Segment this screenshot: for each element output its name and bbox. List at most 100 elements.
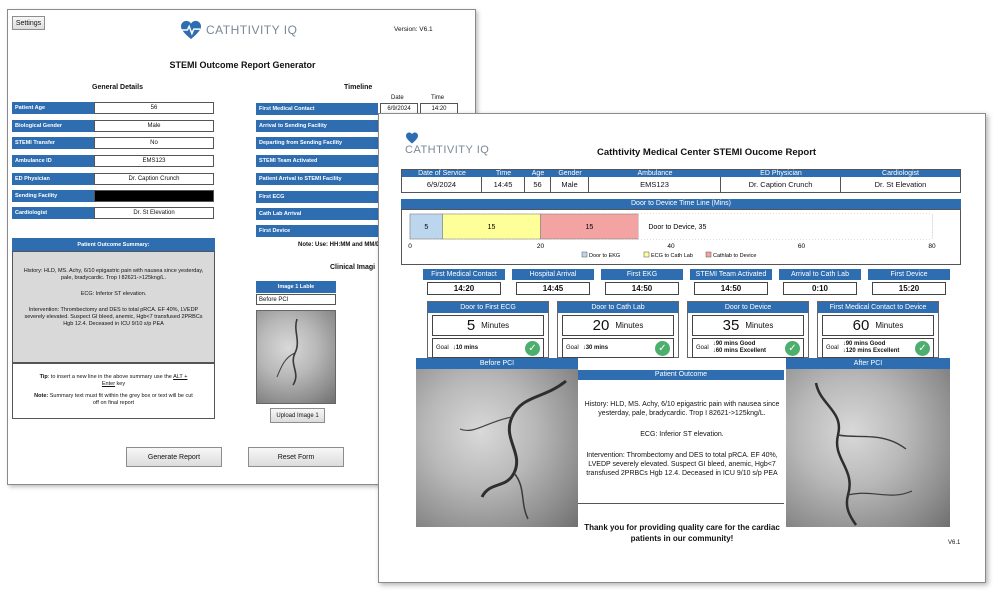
timeline-note: Note: Use: HH:MM and MM/D [298,242,381,248]
goal-line: ↓60 mins Excellent [712,348,767,354]
service-info-value-row: 6/9/2024 14:45 56 Male EMS123 Dr. Captio… [402,177,960,192]
upload-image-button[interactable]: Upload Image 1 [270,408,325,423]
stemi-transfer-input[interactable]: No [94,137,214,149]
angiogram-image [276,318,299,386]
timeline-tick-label: 60 [798,243,806,250]
kpi-stemi-team-activated: STEMI Team Activated 14:50 [690,269,772,295]
kpi-value: 14:50 [605,282,679,295]
form-brand-name: CATHTIVITY IQ [206,23,298,37]
timeline-tick-label: 20 [537,243,545,250]
report-title: Cathtivity Medical Center STEMI Oucome R… [597,147,817,158]
ed-physician-value: Dr. Caption Crunch [721,177,841,192]
timeline-item-arrival-stemi: Patient Arrival to STEMI Facility [256,173,378,185]
report-version: V6.1 [948,540,961,546]
sending-facility-input[interactable] [94,190,214,202]
gender-input[interactable]: Male [94,120,214,132]
service-info-header-row: Date of Service Time Age Gender Ambulanc… [402,170,960,177]
goal-line: ↓30 mins [582,345,609,351]
door-metric-label: Door to Cath Lab [558,302,678,313]
timeline-tick-label: 0 [408,243,412,250]
kpi-value: 0:10 [783,282,857,295]
kpi-first-medical-contact: First Medical Contact 14:20 [423,269,505,295]
legend-label: ECG to Cath Lab [651,253,693,259]
patient-age-input[interactable]: 56 [94,102,214,114]
kpi-hospital-arrival: Hospital Arrival 14:45 [512,269,594,295]
angiogram-before [459,379,567,520]
image-label-heading: Image 1 Lable [256,281,336,293]
door-metric-goal: Goal ↓90 mins Good ↓120 mins Excellent ✓ [822,338,934,358]
kpi-value: 15:20 [872,282,946,295]
timeline-date-col: Date [391,95,404,101]
kpi-label: First Device [868,269,950,280]
timeline-heading: Timeline [344,84,373,91]
legend-label: Door to EKG [589,253,620,259]
legend-swatch [705,251,712,258]
settings-button[interactable]: Settings [12,16,45,30]
field-label-ed-physician: ED Physician [12,173,94,185]
timeline-item-arrival-sending: Arrival to Sending Facility [256,120,378,132]
field-label-patient-age: Patient Age [12,102,94,114]
heart-pulse-icon [181,20,201,40]
timeline-segment-label: 15 [586,224,594,231]
form-version: Version: V6.1 [394,26,433,33]
timeline-item-first-device: First Device [256,225,378,237]
door-metric-goal: Goal ↓30 mins ✓ [562,338,674,358]
timeline-segment-label: Door to Device, 35 [648,224,706,231]
summary-textarea[interactable]: History: HLD, MS. Achy, 6/10 epigastric … [12,251,215,363]
door-metric-unit: Minutes [875,321,904,330]
kpi-first-device: First Device 15:20 [868,269,950,295]
general-details-heading: General Details [92,84,143,91]
door-metric-value-box: 5 Minutes [432,315,544,336]
kpi-label: Hospital Arrival [512,269,594,280]
patient-outcome-text: History: HLD, MS. Achy, 6/10 epigastric … [584,400,780,478]
goal-line: ↓90 mins Good [712,341,756,347]
image-label-input[interactable]: Before PCI [256,294,336,305]
cardiologist-input[interactable]: Dr. St Elevation [94,207,214,219]
col-age: Age [525,170,551,177]
goal-prefix: Goal [566,345,579,351]
after-pci-label: After PCI [786,358,950,369]
clinical-images-heading: Clinical Imagi [330,264,376,271]
timeline-item-first-medical-contact: First Medical Contact [256,103,378,115]
kpi-first-ekg: First EKG 14:50 [601,269,683,295]
door-metric-goal: Goal ↓10 mins ✓ [432,338,544,358]
generate-report-button[interactable]: Generate Report [126,447,222,467]
gender-value: Male [551,177,589,192]
door-to-first-ecg-card: Door to First ECG 5 Minutes Goal ↓10 min… [427,301,549,358]
field-label-sending-facility: Sending Facility [12,190,94,202]
tip-text: Tip: to insert a new line in the above s… [39,374,188,387]
field-label-gender: Biological Gender [12,120,94,132]
col-ambulance: Ambulance [589,170,721,177]
ambulance-id-input[interactable]: EMS123 [94,155,214,167]
door-metric-value-box: 60 Minutes [822,315,934,336]
door-metric-value: 35 [722,317,740,334]
before-pci-label: Before PCI [416,358,578,369]
summary-intervention: Intervention: Thrombectomy and DES to to… [24,307,203,327]
field-label-cardiologist: Cardiologist [12,207,94,219]
after-pci-image [786,369,950,527]
tip-box: Tip: to insert a new line in the above s… [12,363,215,419]
kpi-label: Arrival to Cath Lab [779,269,861,280]
cardiologist-value: Dr. St Elevation [874,180,927,189]
reset-form-button[interactable]: Reset Form [248,447,344,467]
legend-swatch [643,251,650,258]
ed-physician-input[interactable]: Dr. Caption Crunch [94,173,214,185]
timeline-segment-label: 5 [424,224,428,231]
timeline-item-stemi-team: STEMI Team Activated [256,155,378,167]
door-metric-unit: Minutes [745,321,774,330]
field-label-ambulance-id: Ambulance ID [12,155,94,167]
outcome-history: History: HLD, MS. Achy, 6/10 epigastric … [584,401,780,417]
timeline-chart-svg: 0 20 40 60 80 5 15 15 Door to Device, 35 Door to … [408,213,936,259]
door-metric-value-box: 20 Minutes [562,315,674,336]
kpi-value: 14:20 [427,282,501,295]
goal-lines: ↓90 mins Good ↓120 mins Excellent [843,341,900,355]
kpi-label: First EKG [601,269,683,280]
time-value: 14:45 [482,177,525,192]
legend-label: Cathlab to Device [713,253,756,259]
before-pci-image [416,369,578,527]
age-value: 56 [525,177,551,192]
door-metric-unit: Minutes [615,321,644,330]
goal-prefix: Goal [696,345,709,351]
goal-prefix: Goal [436,345,449,351]
door-metric-value: 60 [852,317,870,334]
